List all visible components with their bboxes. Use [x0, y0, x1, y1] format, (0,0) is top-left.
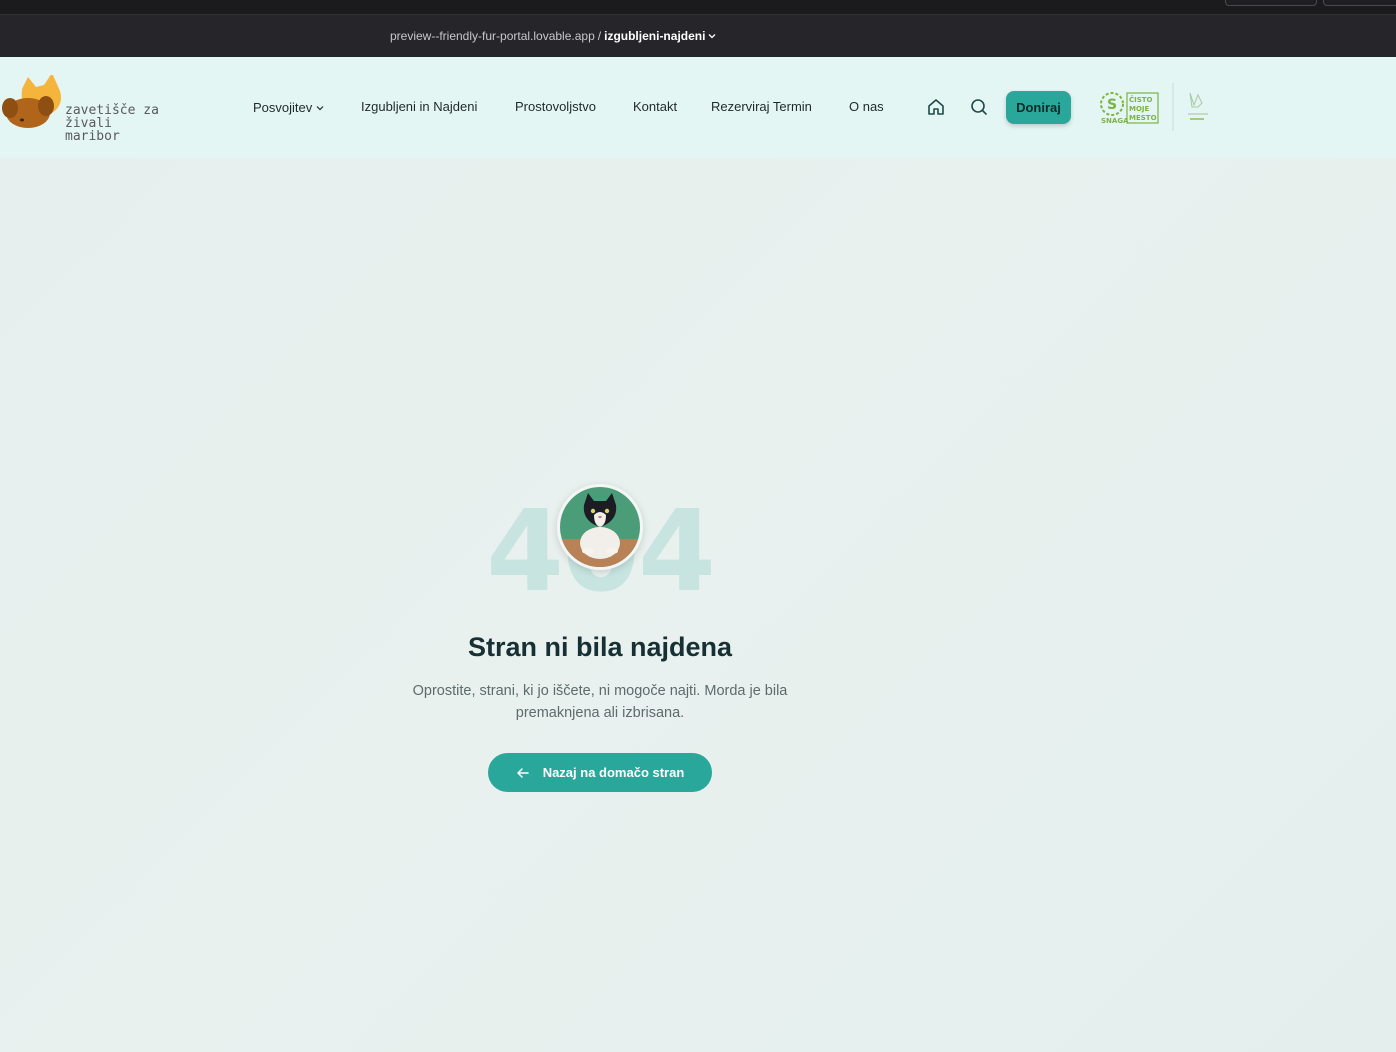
- nav-item-o-nas[interactable]: O nas: [849, 99, 884, 114]
- donate-button[interactable]: Doniraj: [1006, 91, 1071, 124]
- svg-text:S: S: [1107, 97, 1117, 113]
- site-logo[interactable]: zavetišče za živali maribor: [0, 75, 200, 143]
- main-content: 404 Stran ni bila najdena Oprostite, str…: [0, 158, 1396, 1052]
- browser-tab-chip[interactable]: [1225, 0, 1317, 6]
- cisto-moje-mesto-logo[interactable]: ČISTO MOJE MESTO: [1126, 92, 1159, 124]
- page-title: Stran ni bila najdena: [467, 632, 733, 662]
- search-icon[interactable]: [969, 97, 989, 117]
- chevron-down-icon: [316, 99, 324, 114]
- nav-item-kontakt[interactable]: Kontakt: [633, 99, 677, 114]
- logo-line-2: maribor: [65, 129, 120, 144]
- url-display[interactable]: preview--friendly-fur-portal.lovable.app…: [390, 28, 716, 43]
- url-separator: /: [597, 29, 602, 43]
- nav-item-posvojitev[interactable]: Posvojitev: [253, 99, 324, 115]
- cat-avatar: [557, 484, 643, 570]
- cisto-line-2: MOJE: [1129, 105, 1150, 113]
- logo-text: zavetišče za živali maribor: [65, 104, 200, 143]
- browser-top-strip: [0, 0, 1396, 14]
- arrow-left-icon: [516, 766, 530, 780]
- browser-tab-chip[interactable]: [1323, 0, 1396, 6]
- chevron-down-icon[interactable]: [708, 28, 716, 42]
- snaga-caption: SNAGA: [1101, 117, 1129, 125]
- url-path: izgubljeni-najdeni: [604, 29, 706, 43]
- maribor-city-logo[interactable]: [1188, 92, 1208, 120]
- logo-line-1: zavetišče za živali: [65, 103, 159, 131]
- nav-item-rezerviraj[interactable]: Rezerviraj Termin: [711, 99, 812, 114]
- browser-address-bar: preview--friendly-fur-portal.lovable.app…: [0, 14, 1396, 58]
- error-message: Oprostite, strani, ki jo iščete, ni mogo…: [412, 683, 788, 721]
- home-icon[interactable]: [926, 97, 946, 117]
- back-home-label: Nazaj na domačo stran: [542, 765, 685, 780]
- back-home-button[interactable]: Nazaj na domačo stran: [488, 753, 712, 792]
- nav-item-izgubljeni[interactable]: Izgubljeni in Najdeni: [361, 99, 477, 114]
- site-header: zavetišče za živali maribor Posvojitev I…: [0, 57, 1396, 159]
- nav-label: Posvojitev: [253, 100, 313, 115]
- snaga-logo[interactable]: S SNAGA: [1100, 92, 1129, 125]
- nav-item-prostovoljstvo[interactable]: Prostovoljstvo: [515, 99, 596, 114]
- partner-logos: S SNAGA ČISTO MOJE MESTO: [1098, 83, 1218, 133]
- url-domain: preview--friendly-fur-portal.lovable.app: [390, 29, 595, 43]
- cisto-line-1: ČISTO: [1129, 95, 1153, 104]
- cisto-line-3: MESTO: [1129, 114, 1157, 122]
- cat-photo-icon: [560, 487, 640, 567]
- logo-animals-icon: [2, 75, 61, 128]
